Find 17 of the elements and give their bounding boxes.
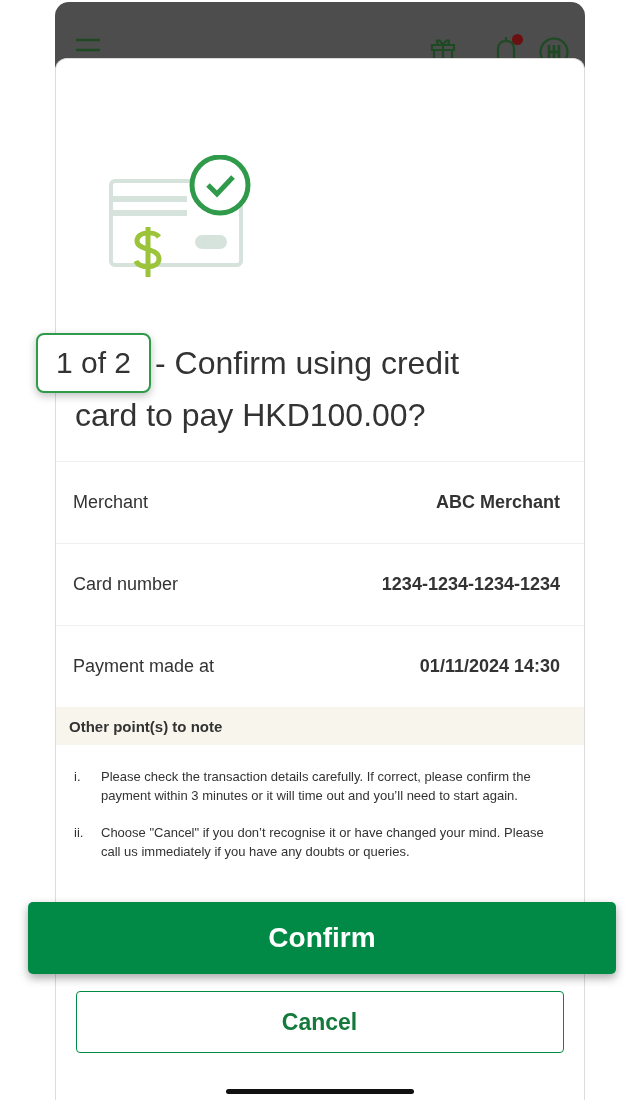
dialog-title: - Confirm using credit	[155, 344, 460, 383]
dialog-title: card to pay HKD100.00?	[75, 396, 427, 435]
detail-label: Merchant	[73, 492, 149, 513]
detail-label: Card number	[73, 574, 179, 595]
notes-heading: Other point(s) to note	[69, 717, 223, 735]
detail-label: Payment made at	[73, 656, 215, 677]
note-text: Please check the transaction details carefully. If correct, please confirm the payment within 3 minutes or it will time out and you’ll need to start again.	[101, 768, 532, 805]
detail-value: 01/11/2024 14:30	[419, 656, 560, 677]
list-marker: i.	[74, 768, 82, 786]
gift-icon[interactable]	[429, 36, 457, 60]
detail-value: ABC Merchant	[436, 492, 560, 513]
list-marker: ii.	[74, 824, 85, 842]
step-badge: 1 of 2	[36, 333, 152, 393]
note-text: Choose "Cancel" if you don’t recognise it or have changed your mind. Please call us immediately if you have any doubts or queries.	[101, 824, 545, 861]
confirm-button[interactable]: Confirm	[28, 902, 616, 974]
cancel-button[interactable]: Cancel	[75, 991, 564, 1053]
detail-value: 1234-1234-1234-1234	[381, 574, 560, 595]
